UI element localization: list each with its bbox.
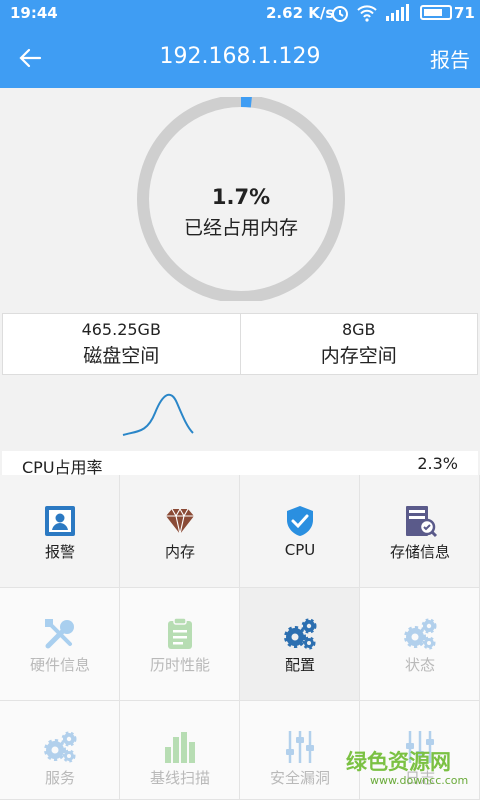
watermark-url: www.downcc.com	[370, 774, 469, 787]
status-icons	[330, 3, 410, 23]
tile-label: 安全漏洞	[269, 769, 330, 787]
sliders-icon	[286, 731, 314, 763]
clipboard-icon	[168, 617, 192, 649]
tile-label: 历时性能	[149, 656, 210, 674]
storage-search-icon	[406, 506, 438, 538]
status-time: 19:44	[10, 4, 58, 22]
report-button[interactable]: 报告	[430, 44, 470, 73]
tile-storage-info[interactable]: 存储信息	[360, 475, 480, 588]
app-header: 192.168.1.129 报告	[0, 28, 480, 88]
disk-space-label: 磁盘空间	[83, 345, 160, 367]
capacity-stats: 465.25GB 磁盘空间 8GB 内存空间	[2, 313, 478, 375]
memory-space-value: 8GB	[341, 320, 376, 339]
tile-status[interactable]: 状态	[360, 588, 480, 701]
tile-cpu[interactable]: CPU	[240, 475, 360, 588]
bar-chart-icon	[165, 732, 195, 763]
tile-services[interactable]: 服务	[0, 701, 120, 800]
wrench-icon	[45, 619, 74, 649]
tile-memory[interactable]: 内存	[120, 475, 240, 588]
memory-space-label: 内存空间	[320, 345, 397, 367]
page-title: 192.168.1.129	[159, 44, 321, 69]
tile-hardware-info[interactable]: 硬件信息	[0, 588, 120, 701]
network-speed: 2.62 K/s	[266, 4, 335, 22]
watermark-text: 绿色资源网	[346, 750, 451, 774]
memory-usage-percent: 1.7%	[211, 185, 271, 209]
tile-label: 存储信息	[389, 543, 450, 561]
cpu-usage-row: CPU占用率 2.3%	[2, 451, 478, 477]
tile-label: 内存	[164, 543, 195, 561]
tile-alarm[interactable]: 报警	[0, 475, 120, 588]
disk-space-stat: 465.25GB 磁盘空间	[3, 314, 240, 374]
tile-security-vulnerabilities[interactable]: 安全漏洞	[240, 701, 360, 800]
tile-label: 配置	[284, 656, 315, 674]
tile-label: 服务	[44, 769, 75, 787]
tile-label: 报警	[44, 543, 75, 561]
tile-baseline-scan[interactable]: 基线扫描	[120, 701, 240, 800]
battery-level: 71	[454, 4, 475, 22]
wifi-icon	[357, 5, 377, 22]
tile-label: CPU	[284, 541, 316, 559]
battery-icon	[420, 5, 452, 20]
shield-check-icon	[287, 506, 313, 536]
tile-label: 硬件信息	[29, 656, 90, 674]
tile-label: 基线扫描	[149, 769, 210, 787]
disk-space-value: 465.25GB	[81, 320, 161, 339]
gears-icon	[284, 618, 317, 650]
alarm-icon	[45, 506, 75, 536]
diamond-icon	[166, 507, 194, 535]
signal-icon	[386, 4, 409, 21]
alarm-clock-icon	[332, 6, 348, 22]
tile-history-performance[interactable]: 历时性能	[120, 588, 240, 701]
watermark: 绿色资源网 www.downcc.com	[346, 746, 468, 787]
tile-label: 状态	[404, 656, 435, 674]
memory-usage-label: 已经占用内存	[183, 217, 298, 239]
tile-config[interactable]: 配置	[240, 588, 360, 701]
cpu-sparkline	[122, 393, 194, 436]
memory-space-stat: 8GB 内存空间	[239, 314, 478, 374]
gears-icon	[44, 731, 77, 763]
cpu-usage-value: 2.3%	[417, 454, 458, 473]
memory-usage-text: 1.7% 已经占用内存	[133, 185, 349, 240]
status-bar: 19:44 2.62 K/s 71	[0, 0, 480, 28]
gears-icon	[404, 618, 437, 650]
